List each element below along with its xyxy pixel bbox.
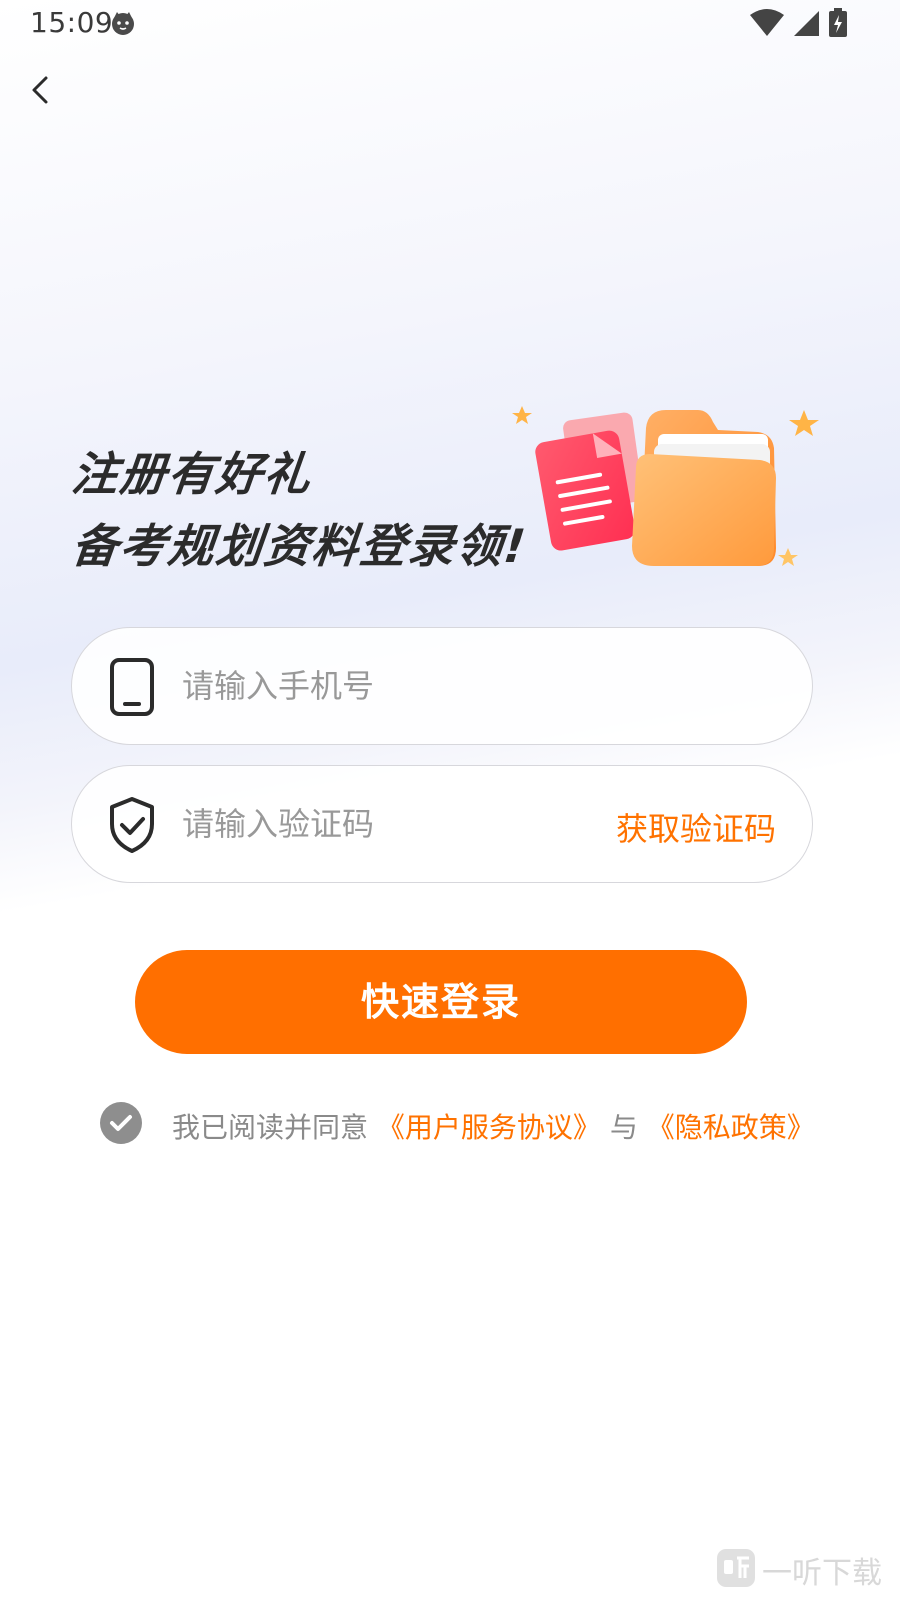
- watermark: 一听下载: [716, 1548, 882, 1592]
- get-code-button[interactable]: 获取验证码: [616, 804, 776, 850]
- code-input[interactable]: [182, 790, 602, 858]
- signal-icon: [792, 9, 820, 41]
- terms-link[interactable]: 《用户服务协议》: [377, 1111, 601, 1144]
- agreement-text: 我已阅读并同意 《用户服务协议》 与 《隐私政策》: [172, 1106, 815, 1146]
- agreement-prefix: 我已阅读并同意: [172, 1111, 369, 1144]
- notification-cat-icon: [110, 10, 136, 40]
- phone-icon: [108, 658, 156, 716]
- privacy-link[interactable]: 《隐私政策》: [647, 1111, 815, 1144]
- status-time: 15:09: [30, 6, 114, 39]
- back-chevron-icon: [32, 76, 48, 104]
- headline-line-1: 注册有好礼: [69, 447, 315, 501]
- status-icons: [750, 8, 848, 42]
- check-icon: [110, 1115, 132, 1131]
- promo-headline: 注册有好礼 备考规划资料登录领!: [69, 438, 530, 582]
- code-field[interactable]: 获取验证码: [71, 765, 813, 883]
- agreement-conjunction: 与: [609, 1111, 638, 1144]
- status-bar: 15:09: [0, 0, 900, 46]
- headline-line-2: 备考规划资料登录领!: [69, 519, 530, 573]
- phone-input[interactable]: [182, 652, 602, 720]
- agree-checkbox[interactable]: [100, 1102, 142, 1144]
- watermark-text: 一听下载: [762, 1556, 882, 1591]
- agreement-row: 我已阅读并同意 《用户服务协议》 与 《隐私政策》: [100, 1102, 820, 1146]
- back-button[interactable]: [22, 70, 62, 114]
- wifi-icon: [750, 9, 784, 41]
- watermark-logo-icon: [716, 1548, 756, 1592]
- folder-illustration: [508, 398, 828, 588]
- phone-field[interactable]: [71, 627, 813, 745]
- login-button[interactable]: 快速登录: [135, 950, 747, 1054]
- battery-charging-icon: [828, 8, 848, 42]
- shield-check-icon: [108, 796, 156, 854]
